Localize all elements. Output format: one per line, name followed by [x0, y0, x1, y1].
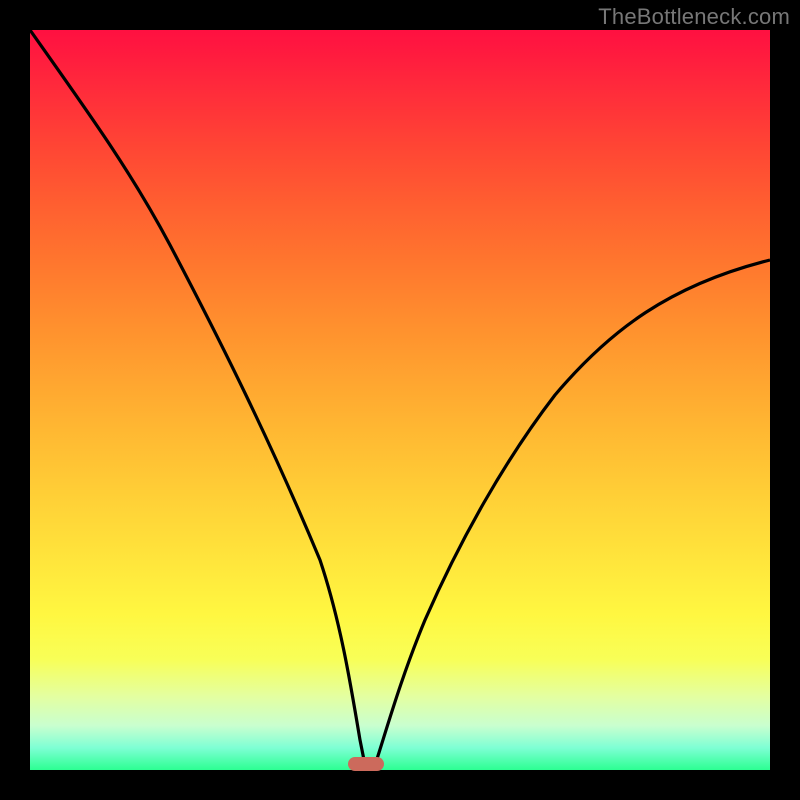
plot-area [30, 30, 770, 770]
optimal-point-marker [348, 757, 384, 771]
attribution-watermark: TheBottleneck.com [598, 4, 790, 30]
bottleneck-curve [30, 30, 770, 770]
curve-path [30, 30, 770, 765]
chart-frame: TheBottleneck.com [0, 0, 800, 800]
